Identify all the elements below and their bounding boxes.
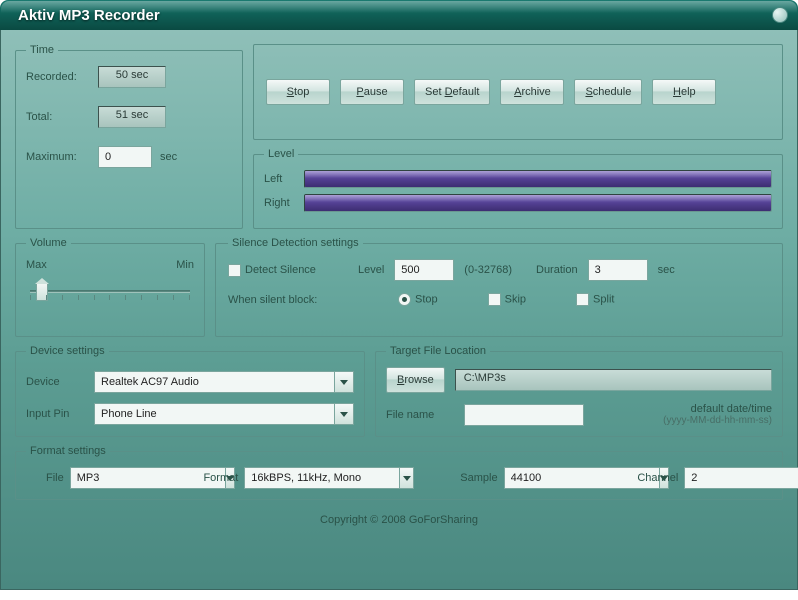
sample-select[interactable] (504, 467, 592, 489)
silence-duration-input[interactable] (588, 259, 648, 281)
chevron-down-icon[interactable] (399, 467, 414, 489)
file-label: File (46, 472, 64, 484)
detect-silence-checkbox[interactable] (228, 264, 241, 277)
silence-split-label: Split (593, 293, 614, 305)
footer-copyright: Copyright © 2008 GoForSharing (15, 508, 783, 528)
setdefault-button[interactable]: Set Default (414, 79, 490, 105)
volume-max-label: Max (26, 259, 47, 271)
target-group: Target File Location Browse C:\MP3s File… (375, 345, 783, 437)
total-label: Total: (26, 111, 98, 123)
chevron-down-icon[interactable] (334, 403, 354, 425)
chevron-down-icon[interactable] (334, 371, 354, 393)
format-group: Format settings File Format Sample Chann… (15, 445, 783, 500)
volume-min-label: Min (176, 259, 194, 271)
inputpin-label: Input Pin (26, 408, 94, 420)
silence-level-input[interactable] (394, 259, 454, 281)
silence-stop-label: Stop (415, 293, 438, 305)
main-panel: Time Recorded: 50 sec Total: 51 sec Maxi… (0, 30, 798, 590)
device-value[interactable] (94, 371, 334, 393)
filename-label: File name (386, 409, 454, 421)
format-label: Format (203, 472, 238, 484)
schedule-button[interactable]: Schedule (574, 79, 642, 105)
volume-legend: Volume (26, 237, 71, 249)
sample-label: Sample (460, 472, 497, 484)
silence-when-label: When silent block: (228, 294, 348, 306)
channel-value[interactable] (684, 467, 798, 489)
silence-skip-label: Skip (505, 293, 526, 305)
close-button[interactable] (772, 7, 788, 23)
level-left-meter (304, 170, 772, 188)
controls-group: Stop Pause Set Default Archive Schedule … (253, 44, 783, 140)
silence-level-range: (0-32768) (464, 264, 512, 276)
channel-select[interactable] (684, 467, 772, 489)
detect-silence-label: Detect Silence (245, 264, 316, 276)
level-right-meter (304, 194, 772, 212)
volume-slider[interactable] (26, 277, 194, 307)
inputpin-value[interactable] (94, 403, 334, 425)
silence-duration-label: Duration (536, 264, 578, 276)
silence-legend: Silence Detection settings (228, 237, 363, 249)
recorded-value: 50 sec (98, 66, 166, 88)
time-legend: Time (26, 44, 58, 56)
maximum-label: Maximum: (26, 151, 98, 163)
level-group: Level Left Right (253, 148, 783, 229)
level-right-label: Right (264, 197, 304, 209)
file-select[interactable] (70, 467, 158, 489)
sample-value[interactable] (504, 467, 659, 489)
level-legend: Level (264, 148, 298, 160)
silence-stop-radio[interactable] (398, 293, 411, 306)
title-bar: Aktiv MP3 Recorder (0, 0, 798, 30)
file-value[interactable] (70, 467, 225, 489)
silence-skip-checkbox[interactable] (488, 293, 501, 306)
browse-button[interactable]: Browse (386, 367, 445, 393)
device-legend: Device settings (26, 345, 109, 357)
date-format-hint: (yyyy-MM-dd-hh-mm-ss) (594, 415, 772, 426)
help-button[interactable]: Help (652, 79, 716, 105)
silence-duration-unit: sec (658, 264, 675, 276)
device-label: Device (26, 376, 94, 388)
filename-input[interactable] (464, 404, 584, 426)
maximum-unit: sec (160, 151, 232, 163)
inputpin-select[interactable] (94, 403, 354, 425)
stop-button[interactable]: Stop (266, 79, 330, 105)
pause-button[interactable]: Pause (340, 79, 404, 105)
silence-group: Silence Detection settings Detect Silenc… (215, 237, 783, 337)
maximum-input[interactable] (98, 146, 152, 168)
app-title: Aktiv MP3 Recorder (18, 7, 160, 24)
device-group: Device settings Device Input Pin (15, 345, 365, 437)
default-date-hint: default date/time (594, 403, 772, 415)
format-value[interactable] (244, 467, 399, 489)
total-value: 51 sec (98, 106, 166, 128)
format-legend: Format settings (26, 445, 110, 457)
silence-level-label: Level (358, 264, 384, 276)
time-group: Time Recorded: 50 sec Total: 51 sec Maxi… (15, 44, 243, 229)
archive-button[interactable]: Archive (500, 79, 564, 105)
volume-group: Volume Max Min (15, 237, 205, 337)
recorded-label: Recorded: (26, 71, 98, 83)
level-left-label: Left (264, 173, 304, 185)
target-path: C:\MP3s (455, 369, 772, 391)
device-select[interactable] (94, 371, 354, 393)
format-select[interactable] (244, 467, 414, 489)
target-legend: Target File Location (386, 345, 490, 357)
channel-label: Channel (637, 472, 678, 484)
silence-split-checkbox[interactable] (576, 293, 589, 306)
